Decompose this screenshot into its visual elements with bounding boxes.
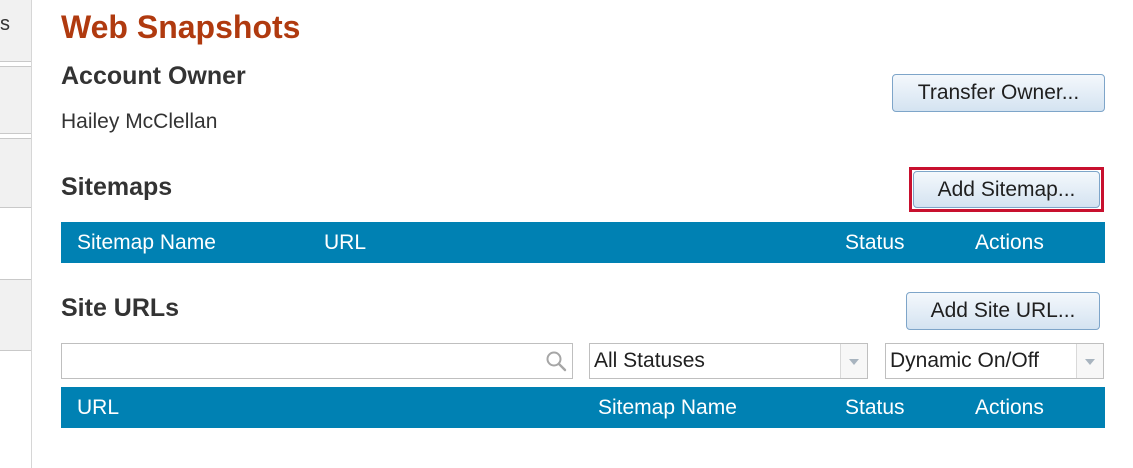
site-url-search-input[interactable] [66, 347, 540, 377]
status-filter-value: All Statuses [594, 349, 705, 372]
sitemaps-heading: Sitemaps [61, 173, 173, 201]
left-navigation-rail: s [0, 0, 32, 468]
rail-tab-1[interactable]: s [0, 0, 31, 62]
rail-tab-2[interactable] [0, 66, 31, 134]
transfer-owner-button[interactable]: Transfer Owner... [892, 74, 1105, 112]
chevron-down-icon[interactable] [840, 344, 867, 378]
column-header-url[interactable]: URL [77, 387, 119, 428]
column-header-url[interactable]: URL [324, 222, 366, 263]
sitemaps-table-header: Sitemap Name URL Status Actions [61, 222, 1105, 263]
column-header-sitemap-name[interactable]: Sitemap Name [77, 222, 216, 263]
add-site-url-button[interactable]: Add Site URL... [906, 292, 1100, 330]
column-header-actions: Actions [975, 231, 1044, 254]
column-header-actions: Actions [975, 396, 1044, 419]
site-urls-heading: Site URLs [61, 294, 180, 322]
column-header-status[interactable]: Status [845, 222, 905, 263]
search-icon[interactable] [544, 349, 568, 373]
site-url-search-field[interactable] [61, 343, 573, 379]
site-urls-table-header: URL Sitemap Name Status Actions [61, 387, 1105, 428]
column-header-status[interactable]: Status [845, 387, 905, 428]
dynamic-filter-value: Dynamic On/Off [890, 349, 1039, 372]
rail-tab-1-label: s [0, 13, 10, 35]
rail-tab-3[interactable] [0, 138, 31, 208]
account-owner-heading: Account Owner [61, 62, 246, 90]
add-sitemap-button[interactable]: Add Sitemap... [913, 171, 1100, 208]
rail-tab-4[interactable] [0, 279, 31, 351]
dynamic-filter-select[interactable]: Dynamic On/Off [885, 343, 1104, 379]
status-filter-select[interactable]: All Statuses [589, 343, 868, 379]
column-header-sitemap-name[interactable]: Sitemap Name [598, 387, 737, 428]
account-owner-name: Hailey McClellan [61, 110, 218, 133]
chevron-down-icon[interactable] [1076, 344, 1103, 378]
page-title: Web Snapshots [61, 9, 301, 45]
